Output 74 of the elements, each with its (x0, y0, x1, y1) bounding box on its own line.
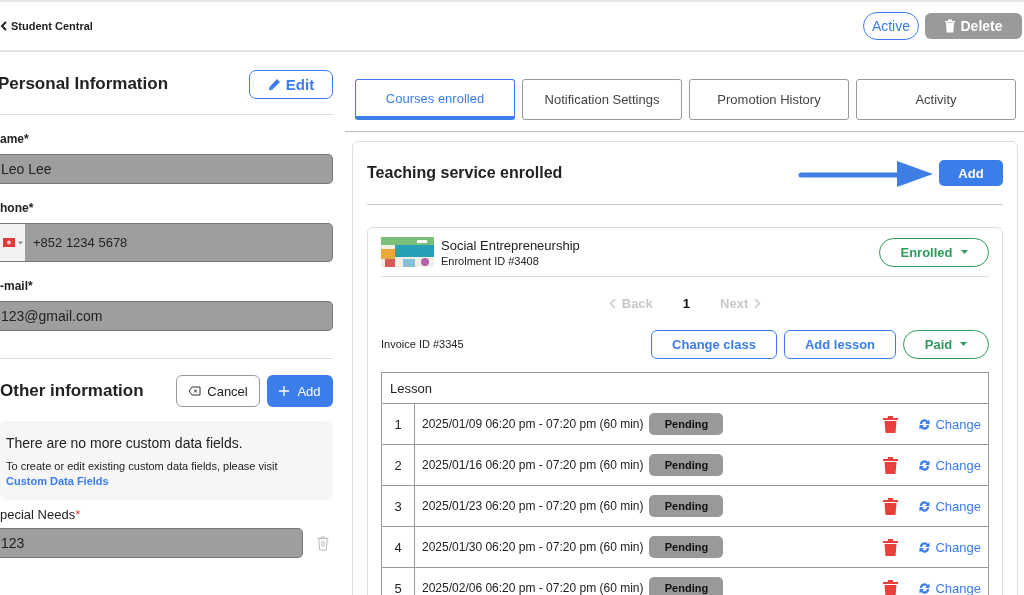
trash-icon[interactable] (883, 497, 899, 515)
card-title: Teaching service enrolled (367, 164, 563, 182)
field-label: hone* (0, 201, 35, 215)
status-badge: Pending (649, 454, 724, 476)
trash-icon[interactable] (883, 538, 899, 556)
page-number[interactable]: 1 (682, 295, 691, 311)
status-badge: Pending (649, 413, 724, 435)
change-link[interactable]: Change (918, 580, 981, 595)
payment-dropdown[interactable]: Paid (903, 329, 989, 359)
edit-button[interactable]: Edit (249, 69, 333, 99)
section-title: Personal Information (0, 74, 169, 94)
sync-icon (918, 499, 932, 513)
lesson-time: 2025/02/06 06:20 pm - 07:20 pm (60 min) (422, 581, 644, 595)
tab[interactable]: Notification Settings (522, 79, 682, 120)
status-badge: Pending (649, 577, 724, 595)
trash-icon[interactable] (883, 456, 899, 474)
section-title: Other information (0, 381, 144, 401)
row-number: 5 (382, 568, 415, 595)
status-button[interactable]: Active (862, 12, 919, 40)
change-class-button[interactable]: Change class (651, 329, 777, 359)
lesson-time: 2025/01/23 06:20 pm - 07:20 pm (60 min) (422, 499, 644, 513)
phone-field[interactable]: +852 1234 5678 (0, 223, 333, 262)
status-dropdown[interactable]: Enrolled (879, 237, 989, 267)
back-icon[interactable] (0, 21, 7, 31)
field-label: -mail* (0, 279, 34, 293)
row-number: 3 (382, 486, 415, 526)
flag-icon[interactable] (2, 238, 23, 247)
hint-text: To create or edit existing custom data fields, please visit (6, 460, 279, 472)
status-badge: Pending (649, 495, 724, 517)
change-link[interactable]: Change (918, 457, 981, 473)
status-badge: Pending (649, 536, 724, 558)
invoice-id: Invoice ID #3345 (381, 338, 464, 350)
course-name: Social Entrepreneurship (441, 237, 581, 253)
lesson-time: 2025/01/09 06:20 pm - 07:20 pm (60 min) (422, 417, 644, 431)
change-link[interactable]: Change (918, 498, 981, 514)
input-field[interactable]: Leo Lee (0, 154, 333, 184)
trash-icon (944, 19, 957, 33)
delete-button[interactable]: Delete (925, 13, 1022, 39)
trash-icon[interactable] (883, 579, 899, 595)
sync-icon (918, 540, 932, 554)
plus-icon (279, 386, 290, 396)
chevron-right-icon (754, 297, 762, 309)
cancel-button[interactable]: Cancel (176, 375, 260, 407)
caret-icon (960, 250, 968, 254)
change-link[interactable]: Change (918, 416, 981, 432)
input-field[interactable]: 123@gmail.com (0, 301, 333, 331)
change-link[interactable]: Change (918, 539, 981, 555)
add-button[interactable]: Add (267, 375, 333, 407)
enrolment-id: Enrolment ID #3408 (441, 254, 540, 267)
field-label: ame* (0, 132, 30, 146)
field-label: pecial Needs* (0, 507, 82, 522)
backspace-icon (188, 386, 202, 396)
back-link[interactable]: Student Central (11, 20, 93, 32)
row-number: 4 (382, 527, 415, 567)
pencil-icon (267, 77, 281, 91)
caret-icon (960, 342, 968, 346)
sync-icon (918, 581, 932, 595)
row-number: 1 (382, 404, 415, 444)
notice-text: There are no more custom data fields. (6, 435, 244, 451)
chevron-left-icon (608, 297, 616, 309)
tab[interactable]: Courses enrolled (355, 79, 515, 120)
sync-icon (918, 417, 932, 431)
tab[interactable]: Promotion History (689, 79, 849, 120)
row-number: 2 (382, 445, 415, 485)
custom-data-fields-link[interactable]: Custom Data Fields (6, 475, 109, 487)
table-header: Lesson (382, 373, 988, 404)
add-lesson-button[interactable]: Add lesson (784, 329, 896, 359)
sync-icon (918, 458, 932, 472)
lesson-time: 2025/01/16 06:20 pm - 07:20 pm (60 min) (422, 458, 644, 472)
add-button[interactable]: Add (939, 160, 1003, 186)
lesson-time: 2025/01/30 06:20 pm - 07:20 pm (60 min) (422, 540, 644, 554)
tab[interactable]: Activity (856, 79, 1016, 120)
trash-icon[interactable] (883, 415, 899, 433)
input-field[interactable]: 123 (0, 528, 303, 558)
